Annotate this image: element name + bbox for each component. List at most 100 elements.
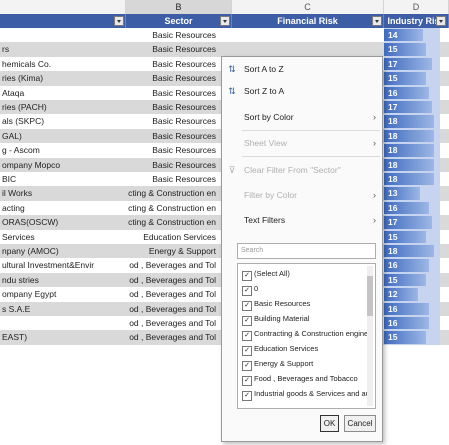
text-filters-item[interactable]: Text Filters › xyxy=(222,210,382,230)
sector-cell[interactable]: Basic Resources xyxy=(126,158,220,172)
table-row[interactable]: rs Basic Resources 15 xyxy=(0,42,449,57)
industry-risk-value: 16 xyxy=(388,303,398,314)
company-cell[interactable]: Services xyxy=(0,230,122,244)
company-cell[interactable]: Ataqa xyxy=(0,86,122,100)
company-cell[interactable]: als (SKPC) xyxy=(0,114,122,128)
industry-risk-value: 16 xyxy=(388,260,398,271)
checkbox-icon[interactable]: ✓ xyxy=(242,271,252,281)
sector-cell[interactable]: Basic Resources xyxy=(126,71,220,85)
filter-list-item[interactable]: ✓ 0 xyxy=(242,282,258,296)
sector-cell[interactable]: Basic Resources xyxy=(126,57,220,71)
company-cell[interactable]: BIC xyxy=(0,172,122,186)
header-financial-risk: Financial Risk xyxy=(232,14,384,28)
checkbox-icon[interactable]: ✓ xyxy=(242,346,252,356)
filter-dropdown-icon[interactable] xyxy=(372,16,382,26)
checkbox-icon[interactable]: ✓ xyxy=(242,286,252,296)
column-letter-header: B C D xyxy=(0,0,449,15)
company-cell[interactable] xyxy=(0,316,122,330)
company-cell[interactable]: s S.A.E xyxy=(0,302,122,316)
header-industry-risk: Industry Risk xyxy=(384,14,449,28)
sector-cell[interactable]: Basic Resources xyxy=(126,129,220,143)
sector-cell[interactable]: cting & Construction en xyxy=(126,215,220,229)
sector-cell[interactable]: Education Services xyxy=(126,230,220,244)
ok-button[interactable]: OK xyxy=(320,415,339,432)
sort-desc-item[interactable]: ⇅ Sort Z to A xyxy=(222,81,382,101)
company-cell[interactable]: rs xyxy=(0,42,122,56)
sector-cell[interactable]: od , Beverages and Tol xyxy=(126,273,220,287)
industry-risk-value: 17 xyxy=(388,217,398,228)
header-sector-label: Sector xyxy=(164,16,193,26)
industry-risk-value: 14 xyxy=(388,30,398,40)
checkbox-icon[interactable]: ✓ xyxy=(242,361,252,371)
sector-cell[interactable]: od , Beverages and Tol xyxy=(126,330,220,344)
filter-list-item[interactable]: ✓ Energy & Support xyxy=(242,357,313,371)
filter-list-item[interactable]: ✓ (Select All) xyxy=(242,267,290,281)
industry-risk-value: 18 xyxy=(388,145,398,156)
sector-cell[interactable]: od , Beverages and Tol xyxy=(126,302,220,316)
company-cell[interactable]: ries (Kima) xyxy=(0,71,122,85)
industry-risk-value: 18 xyxy=(388,130,398,141)
filter-list-item[interactable]: ✓ Basic Resources xyxy=(242,297,310,311)
sector-cell[interactable]: cting & Construction en xyxy=(126,186,220,200)
sector-cell[interactable]: Basic Resources xyxy=(126,42,220,56)
sort-by-color-item[interactable]: Sort by Color › xyxy=(222,107,382,127)
company-cell[interactable]: ultural Investment&Envir xyxy=(0,258,122,272)
sector-cell[interactable]: od , Beverages and Tol xyxy=(126,258,220,272)
industry-risk-value: 15 xyxy=(388,44,398,55)
filter-dropdown-icon[interactable] xyxy=(436,16,446,26)
company-cell[interactable] xyxy=(0,28,122,42)
checkbox-icon[interactable]: ✓ xyxy=(242,391,252,401)
checkbox-icon[interactable]: ✓ xyxy=(242,376,252,386)
column-letter-b[interactable]: B xyxy=(126,0,232,14)
column-letter-a[interactable] xyxy=(0,0,126,14)
company-cell[interactable]: GAL) xyxy=(0,129,122,143)
sector-cell[interactable]: Basic Resources xyxy=(126,100,220,114)
filter-list-item[interactable]: ✓ Food , Beverages and Tobacco xyxy=(242,372,358,386)
industry-risk-value: 16 xyxy=(388,318,398,328)
company-cell[interactable]: ORAS(OSCW) xyxy=(0,215,122,229)
filter-by-color-item: Filter by Color › xyxy=(222,185,382,205)
industry-risk-value: 16 xyxy=(388,202,398,213)
company-cell[interactable]: npany (AMOC) xyxy=(0,244,122,258)
company-cell[interactable]: il Works xyxy=(0,186,122,200)
company-cell[interactable]: acting xyxy=(0,201,122,215)
chevron-right-icon: › xyxy=(373,190,376,200)
sector-cell[interactable]: Energy & Support xyxy=(126,244,220,258)
sort-asc-item[interactable]: ⇅ Sort A to Z xyxy=(222,59,382,79)
table-row[interactable]: Basic Resources 14 xyxy=(0,28,449,43)
company-cell[interactable]: ompany Mopco xyxy=(0,158,122,172)
filter-dropdown-icon[interactable] xyxy=(114,16,124,26)
menu-separator xyxy=(242,130,380,131)
column-letter-c[interactable]: C xyxy=(232,0,384,14)
company-cell[interactable]: EAST) xyxy=(0,330,122,344)
sector-cell[interactable]: Basic Resources xyxy=(126,114,220,128)
filter-values-list[interactable]: ✓ (Select All) ✓ 0 ✓ Basic Resources ✓ Building… xyxy=(237,263,376,409)
spreadsheet[interactable]: B C D Sector Financial Risk Industry Ris… xyxy=(0,0,449,445)
company-cell[interactable]: ndu stries xyxy=(0,273,122,287)
sector-cell[interactable]: Basic Resources xyxy=(126,86,220,100)
sector-cell[interactable]: cting & Construction en xyxy=(126,201,220,215)
filter-dropdown-icon[interactable] xyxy=(220,16,230,26)
sector-cell[interactable]: Basic Resources xyxy=(126,172,220,186)
filter-search-input[interactable]: Search xyxy=(237,243,376,259)
company-cell[interactable]: ries (PACH) xyxy=(0,100,122,114)
list-scrollbar[interactable] xyxy=(367,266,373,406)
scrollbar-thumb[interactable] xyxy=(367,276,373,316)
filter-list-item[interactable]: ✓ Contracting & Construction engine xyxy=(242,327,368,341)
cancel-button[interactable]: Cancel xyxy=(344,415,376,432)
filter-list-item[interactable]: ✓ Industrial goods & Services and au xyxy=(242,387,370,401)
company-cell[interactable]: g - Ascom xyxy=(0,143,122,157)
checkbox-icon[interactable]: ✓ xyxy=(242,331,252,341)
column-letter-d[interactable]: D xyxy=(384,0,449,14)
company-cell[interactable]: hemicals Co. xyxy=(0,57,122,71)
checkbox-icon[interactable]: ✓ xyxy=(242,301,252,311)
sector-cell[interactable]: od , Beverages and Tol xyxy=(126,287,220,301)
filter-list-item[interactable]: ✓ Education Services xyxy=(242,342,318,356)
checkbox-icon[interactable]: ✓ xyxy=(242,316,252,326)
sector-cell[interactable]: Basic Resources xyxy=(126,28,220,42)
filter-list-item-label: Building Material xyxy=(254,314,310,323)
sector-cell[interactable]: Basic Resources xyxy=(126,143,220,157)
company-cell[interactable]: ompany Egypt xyxy=(0,287,122,301)
sector-cell[interactable]: od , Beverages and Tol xyxy=(126,316,220,330)
filter-list-item[interactable]: ✓ Building Material xyxy=(242,312,309,326)
